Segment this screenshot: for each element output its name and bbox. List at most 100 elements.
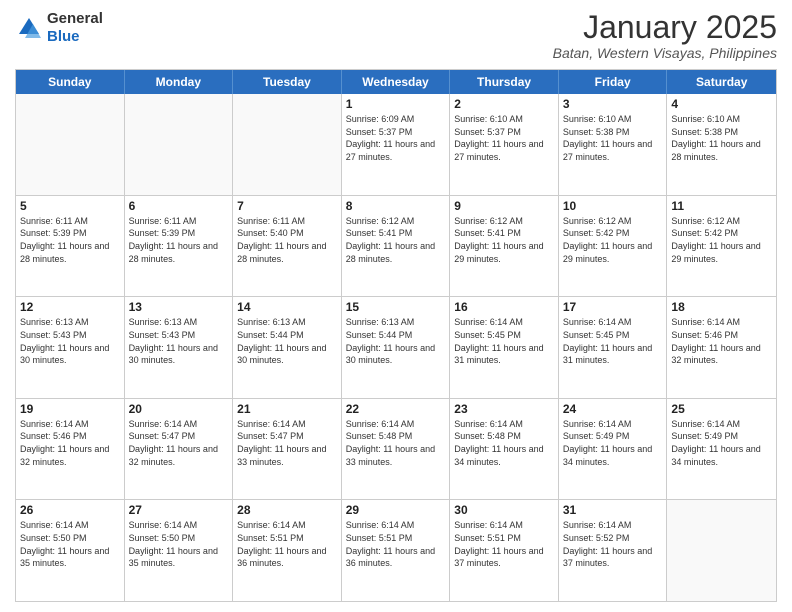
day-number: 11 [671, 199, 772, 213]
empty-cell [125, 94, 234, 195]
day-cell-12: 12Sunrise: 6:13 AM Sunset: 5:43 PM Dayli… [16, 297, 125, 398]
day-number: 26 [20, 503, 120, 517]
day-number: 13 [129, 300, 229, 314]
day-cell-14: 14Sunrise: 6:13 AM Sunset: 5:44 PM Dayli… [233, 297, 342, 398]
cell-info: Sunrise: 6:11 AM Sunset: 5:40 PM Dayligh… [237, 215, 337, 265]
day-number: 2 [454, 97, 554, 111]
day-cell-1: 1 Sunrise: 6:09 AM Sunset: 5:37 PM Daylig… [342, 94, 451, 195]
cell-info: Sunrise: 6:09 AM Sunset: 5:37 PM Dayligh… [346, 113, 446, 163]
day-cell-9: 9 Sunrise: 6:12 AM Sunset: 5:41 PM Daylig… [450, 196, 559, 297]
day-number: 5 [20, 199, 120, 213]
day-cell-5: 5 Sunrise: 6:11 AM Sunset: 5:39 PM Daylig… [16, 196, 125, 297]
empty-cell [233, 94, 342, 195]
logo: General Blue [15, 10, 103, 46]
cell-info: Sunrise: 6:12 AM Sunset: 5:42 PM Dayligh… [563, 215, 663, 265]
day-header-tuesday: Tuesday [233, 70, 342, 94]
cell-info: Sunrise: 6:10 AM Sunset: 5:37 PM Dayligh… [454, 113, 554, 163]
day-cell-31: 31Sunrise: 6:14 AM Sunset: 5:52 PM Dayli… [559, 500, 668, 601]
day-cell-30: 30Sunrise: 6:14 AM Sunset: 5:51 PM Dayli… [450, 500, 559, 601]
cell-info: Sunrise: 6:13 AM Sunset: 5:43 PM Dayligh… [129, 316, 229, 366]
empty-cell [667, 500, 776, 601]
cell-info: Sunrise: 6:11 AM Sunset: 5:39 PM Dayligh… [20, 215, 120, 265]
cell-info: Sunrise: 6:10 AM Sunset: 5:38 PM Dayligh… [671, 113, 772, 163]
week-row-1: 1 Sunrise: 6:09 AM Sunset: 5:37 PM Daylig… [16, 94, 776, 195]
day-number: 7 [237, 199, 337, 213]
day-cell-19: 19Sunrise: 6:14 AM Sunset: 5:46 PM Dayli… [16, 399, 125, 500]
day-number: 10 [563, 199, 663, 213]
day-number: 19 [20, 402, 120, 416]
day-cell-7: 7 Sunrise: 6:11 AM Sunset: 5:40 PM Daylig… [233, 196, 342, 297]
cell-info: Sunrise: 6:14 AM Sunset: 5:50 PM Dayligh… [20, 519, 120, 569]
day-cell-6: 6 Sunrise: 6:11 AM Sunset: 5:39 PM Daylig… [125, 196, 234, 297]
logo-blue: Blue [47, 28, 80, 45]
day-number: 15 [346, 300, 446, 314]
cell-info: Sunrise: 6:14 AM Sunset: 5:51 PM Dayligh… [346, 519, 446, 569]
day-cell-10: 10 Sunrise: 6:12 AM Sunset: 5:42 PM Dayli… [559, 196, 668, 297]
logo-general: General [47, 10, 103, 27]
day-number: 9 [454, 199, 554, 213]
day-cell-13: 13 Sunrise: 6:13 AM Sunset: 5:43 PM Dayli… [125, 297, 234, 398]
day-number: 4 [671, 97, 772, 111]
cell-info: Sunrise: 6:12 AM Sunset: 5:41 PM Dayligh… [346, 215, 446, 265]
header: General Blue January 2025 Batan, Western… [15, 10, 777, 61]
day-number: 23 [454, 402, 554, 416]
day-cell-16: 16 Sunrise: 6:14 AM Sunset: 5:45 PM Dayli… [450, 297, 559, 398]
day-number: 22 [346, 402, 446, 416]
day-number: 30 [454, 503, 554, 517]
logo-icon [15, 14, 43, 42]
cell-info: Sunrise: 6:14 AM Sunset: 5:51 PM Dayligh… [237, 519, 337, 569]
cell-info: Sunrise: 6:14 AM Sunset: 5:50 PM Dayligh… [129, 519, 229, 569]
day-cell-3: 3 Sunrise: 6:10 AM Sunset: 5:38 PM Daylig… [559, 94, 668, 195]
day-header-wednesday: Wednesday [342, 70, 451, 94]
day-number: 1 [346, 97, 446, 111]
calendar-header: SundayMondayTuesdayWednesdayThursdayFrid… [16, 70, 776, 94]
day-header-monday: Monday [125, 70, 234, 94]
cell-info: Sunrise: 6:14 AM Sunset: 5:48 PM Dayligh… [346, 418, 446, 468]
day-cell-22: 22 Sunrise: 6:14 AM Sunset: 5:48 PM Dayli… [342, 399, 451, 500]
day-header-sunday: Sunday [16, 70, 125, 94]
cell-info: Sunrise: 6:14 AM Sunset: 5:47 PM Dayligh… [237, 418, 337, 468]
cell-info: Sunrise: 6:14 AM Sunset: 5:48 PM Dayligh… [454, 418, 554, 468]
cell-info: Sunrise: 6:12 AM Sunset: 5:41 PM Dayligh… [454, 215, 554, 265]
day-number: 20 [129, 402, 229, 416]
logo-text: General Blue [47, 10, 103, 46]
cell-info: Sunrise: 6:14 AM Sunset: 5:45 PM Dayligh… [563, 316, 663, 366]
day-cell-4: 4 Sunrise: 6:10 AM Sunset: 5:38 PM Daylig… [667, 94, 776, 195]
cell-info: Sunrise: 6:12 AM Sunset: 5:42 PM Dayligh… [671, 215, 772, 265]
cell-info: Sunrise: 6:11 AM Sunset: 5:39 PM Dayligh… [129, 215, 229, 265]
day-number: 3 [563, 97, 663, 111]
day-cell-18: 18Sunrise: 6:14 AM Sunset: 5:46 PM Dayli… [667, 297, 776, 398]
day-number: 28 [237, 503, 337, 517]
day-cell-8: 8 Sunrise: 6:12 AM Sunset: 5:41 PM Daylig… [342, 196, 451, 297]
day-cell-26: 26 Sunrise: 6:14 AM Sunset: 5:50 PM Dayli… [16, 500, 125, 601]
day-cell-25: 25 Sunrise: 6:14 AM Sunset: 5:49 PM Dayli… [667, 399, 776, 500]
page: General Blue January 2025 Batan, Western… [0, 0, 792, 612]
calendar-body: 1 Sunrise: 6:09 AM Sunset: 5:37 PM Daylig… [16, 94, 776, 601]
cell-info: Sunrise: 6:13 AM Sunset: 5:44 PM Dayligh… [346, 316, 446, 366]
week-row-5: 26 Sunrise: 6:14 AM Sunset: 5:50 PM Dayli… [16, 499, 776, 601]
day-number: 31 [563, 503, 663, 517]
cell-info: Sunrise: 6:14 AM Sunset: 5:45 PM Dayligh… [454, 316, 554, 366]
day-number: 17 [563, 300, 663, 314]
day-number: 12 [20, 300, 120, 314]
day-cell-24: 24Sunrise: 6:14 AM Sunset: 5:49 PM Dayli… [559, 399, 668, 500]
day-header-saturday: Saturday [667, 70, 776, 94]
day-cell-11: 11 Sunrise: 6:12 AM Sunset: 5:42 PM Dayli… [667, 196, 776, 297]
empty-cell [16, 94, 125, 195]
day-number: 29 [346, 503, 446, 517]
day-number: 6 [129, 199, 229, 213]
day-number: 27 [129, 503, 229, 517]
day-cell-28: 28 Sunrise: 6:14 AM Sunset: 5:51 PM Dayli… [233, 500, 342, 601]
day-header-friday: Friday [559, 70, 668, 94]
day-number: 25 [671, 402, 772, 416]
day-number: 24 [563, 402, 663, 416]
day-cell-21: 21Sunrise: 6:14 AM Sunset: 5:47 PM Dayli… [233, 399, 342, 500]
day-number: 18 [671, 300, 772, 314]
day-cell-17: 17 Sunrise: 6:14 AM Sunset: 5:45 PM Dayli… [559, 297, 668, 398]
day-number: 16 [454, 300, 554, 314]
cell-info: Sunrise: 6:14 AM Sunset: 5:49 PM Dayligh… [671, 418, 772, 468]
month-title: January 2025 [553, 10, 777, 45]
day-number: 8 [346, 199, 446, 213]
cell-info: Sunrise: 6:10 AM Sunset: 5:38 PM Dayligh… [563, 113, 663, 163]
location-title: Batan, Western Visayas, Philippines [553, 45, 777, 61]
